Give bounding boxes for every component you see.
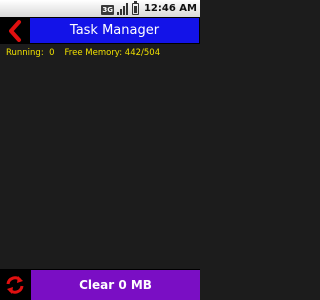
refresh-icon [6, 275, 24, 294]
running-count: Running: 0 [6, 47, 55, 58]
signal-icon [116, 2, 129, 15]
bottom-bar: Clear 0 MB [0, 269, 200, 300]
battery-icon [131, 1, 139, 15]
clear-memory-button[interactable]: Clear 0 MB [31, 270, 200, 300]
refresh-button[interactable] [0, 269, 30, 300]
status-bar: 3G 12:46 AM [0, 0, 200, 17]
chevron-left-icon [9, 19, 21, 42]
page-title: Task Manager [30, 18, 199, 43]
free-memory: Free Memory: 442/504 [64, 47, 161, 58]
status-time: 12:46 AM [143, 3, 197, 14]
back-button[interactable] [0, 17, 30, 44]
task-list [0, 61, 200, 269]
info-row: Running: 0 Free Memory: 442/504 [0, 44, 200, 61]
header-bar: Task Manager [0, 17, 200, 44]
data-3g-icon: 3G [101, 5, 114, 15]
